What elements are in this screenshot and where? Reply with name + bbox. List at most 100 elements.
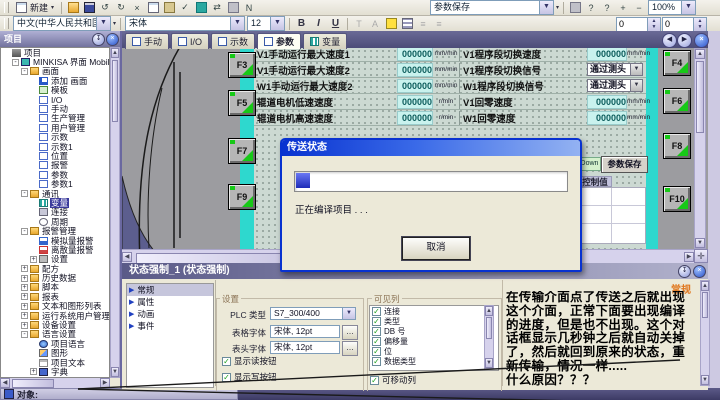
language-combo[interactable]: 中文(中华人民共和国)▼ xyxy=(13,16,111,31)
scroll-down-icon[interactable]: ▼ xyxy=(701,375,709,385)
tree-expander[interactable]: + xyxy=(21,284,28,291)
tree-item[interactable]: + 设置 xyxy=(1,255,109,264)
function-key-button[interactable]: F7 xyxy=(228,138,256,164)
align-left-icon[interactable]: ≡ xyxy=(416,17,430,30)
redo-icon[interactable]: ↻ xyxy=(114,1,128,14)
print-icon[interactable] xyxy=(568,1,582,14)
parameter-value-field[interactable]: 000000 xyxy=(397,95,433,109)
close-editor-icon[interactable]: × xyxy=(694,33,709,48)
scroll-up-icon[interactable]: ▲ xyxy=(701,281,709,291)
tree-item[interactable]: - 画面 xyxy=(1,67,109,76)
parameter-value-field[interactable]: 000000 xyxy=(587,95,627,109)
tree-item[interactable]: 添加 画面 xyxy=(1,76,109,85)
function-key-button[interactable]: F6 xyxy=(663,88,691,114)
save-icon[interactable] xyxy=(82,1,96,14)
tree-expander[interactable]: - xyxy=(21,68,28,75)
scroll-right-icon[interactable]: ▶ xyxy=(100,378,110,388)
bold-button[interactable]: B xyxy=(294,18,309,29)
function-key-button[interactable]: F10 xyxy=(663,186,691,212)
tree-expander[interactable]: + xyxy=(30,368,37,375)
tree-item[interactable]: 用户管理 xyxy=(1,123,109,132)
underline-button[interactable]: U xyxy=(328,18,343,29)
editor-tab[interactable]: 手动 xyxy=(125,33,169,49)
y-position-spinner[interactable]: 0▲▼ xyxy=(662,17,707,32)
tree-item[interactable]: 示数1 xyxy=(1,142,109,151)
tree-item[interactable]: + 字典 xyxy=(1,367,109,376)
tree-expander[interactable]: + xyxy=(30,256,37,263)
tree-item[interactable]: + 设备设置 xyxy=(1,320,109,329)
font-size-combo[interactable]: 12▼ xyxy=(247,16,285,31)
plc-type-combo[interactable]: S7_300/400▼ xyxy=(270,307,356,320)
tree-item[interactable]: I/O xyxy=(1,95,109,104)
scroll-left-icon[interactable]: ◀ xyxy=(0,378,10,388)
tree-item[interactable]: - 通讯 xyxy=(1,189,109,198)
font-color-icon[interactable]: A xyxy=(368,17,382,30)
scroll-up-icon[interactable]: ▲ xyxy=(111,48,119,58)
parameter-value-field[interactable]: 000000 xyxy=(397,79,433,93)
pin-icon[interactable]: ↧ xyxy=(678,265,691,278)
tree-item[interactable]: 连接 xyxy=(1,208,109,217)
tree-vertical-scrollbar[interactable]: ▲ ▼ xyxy=(110,47,120,378)
visible-column-checkbox[interactable]: ✓ 类型 xyxy=(370,316,498,326)
help-icon[interactable]: ? xyxy=(584,1,598,14)
tree-item[interactable]: 图形 xyxy=(1,349,109,358)
nav-back-icon[interactable]: ◀ xyxy=(662,33,677,48)
border-style-icon[interactable] xyxy=(400,17,414,30)
function-key-button[interactable]: F9 xyxy=(228,184,256,210)
parameter-set-combo[interactable]: 参数保存▼ xyxy=(430,0,554,15)
show-read-checkbox[interactable]: ✓显示读按钮 xyxy=(222,355,277,367)
panel-scrollbar[interactable]: ▲ ▼ xyxy=(700,280,710,386)
tree-expander[interactable]: + xyxy=(21,293,28,300)
scroll-down-icon[interactable]: ▼ xyxy=(485,358,493,368)
tree-item[interactable]: 项目语言 xyxy=(1,339,109,348)
tree-item[interactable]: 项目 xyxy=(1,48,109,57)
toolbar-grip[interactable] xyxy=(4,2,9,13)
tree-expander[interactable]: + xyxy=(21,265,28,272)
tree-item[interactable]: 示数 xyxy=(1,133,109,142)
close-icon[interactable]: × xyxy=(693,265,706,278)
check-generator-icon[interactable]: ✓ xyxy=(178,1,192,14)
tree-horizontal-scrollbar[interactable]: ◀ ▶ xyxy=(0,378,110,388)
copy-icon[interactable] xyxy=(146,1,160,14)
parameter-value-field[interactable]: 000000 xyxy=(587,48,627,61)
visible-column-checkbox[interactable]: ✓ 数据类型 xyxy=(370,356,498,366)
property-category-item[interactable]: ▶ 事件 xyxy=(127,320,213,332)
tree-item[interactable]: 离散量报警 xyxy=(1,245,109,254)
compile-icon[interactable] xyxy=(194,1,208,14)
visible-column-checkbox[interactable]: ✓ 位 xyxy=(370,346,498,356)
tree-item[interactable]: 周期 xyxy=(1,217,109,226)
x-position-spinner[interactable]: 0▲▼ xyxy=(616,17,661,32)
parameter-value-field[interactable]: 000000 xyxy=(587,111,627,125)
editor-tab[interactable]: 示数 xyxy=(211,33,255,49)
columns-list-scrollbar[interactable]: ▲ ▼ xyxy=(484,305,494,369)
header-font-browse-button[interactable]: … xyxy=(342,341,358,356)
zoom-level-combo[interactable]: 100%▼ xyxy=(648,0,696,15)
tree-item[interactable]: + 文本和图形列表 xyxy=(1,302,109,311)
tree-item[interactable]: 参数1 xyxy=(1,179,109,188)
tree-item[interactable]: 参数 xyxy=(1,170,109,179)
visible-column-checkbox[interactable]: ✓ 偏移量 xyxy=(370,336,498,346)
undo-icon[interactable]: ↺ xyxy=(98,1,112,14)
editor-tab[interactable]: 参数 xyxy=(257,33,301,49)
tree-item[interactable]: + 报表 xyxy=(1,292,109,301)
font-family-combo[interactable]: 宋体▼ xyxy=(125,16,245,31)
editor-tab[interactable]: I/O xyxy=(171,33,209,49)
new-button[interactable]: 新建▾ xyxy=(13,1,57,14)
tree-item[interactable]: + 脚本 xyxy=(1,283,109,292)
tree-item[interactable]: 位置 xyxy=(1,151,109,160)
delete-icon[interactable]: × xyxy=(130,1,144,14)
tree-item[interactable]: 报警 xyxy=(1,161,109,170)
visible-column-checkbox[interactable]: ✓ DB 号 xyxy=(370,326,498,336)
parameter-value-field[interactable]: 000000 xyxy=(397,63,433,77)
tree-item[interactable]: 项目文本 xyxy=(1,358,109,367)
property-category-item[interactable]: ▶ 常规 xyxy=(127,284,213,296)
tree-expander[interactable]: + xyxy=(21,275,28,282)
visible-column-checkbox[interactable]: ✓ 连接 xyxy=(370,306,498,316)
tree-expander[interactable]: + xyxy=(21,312,28,319)
tree-item[interactable]: - 语言设置 xyxy=(1,330,109,339)
table-font-field[interactable]: 宋体, 12pt xyxy=(270,325,340,338)
parameter-dropdown[interactable]: 通过测头▼ xyxy=(587,63,643,76)
show-write-checkbox[interactable]: ✓显示写按钮 xyxy=(222,371,277,383)
scroll-right-icon[interactable]: ▶ xyxy=(684,252,694,262)
toolbar-grip[interactable] xyxy=(4,18,9,29)
